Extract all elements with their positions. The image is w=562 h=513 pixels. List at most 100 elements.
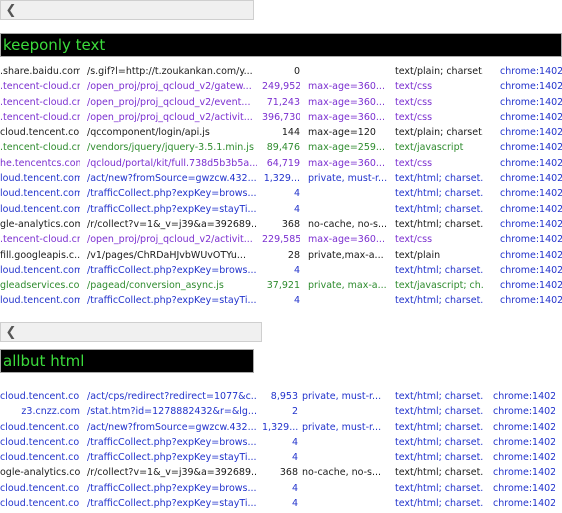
cell-host: cloud.tencent.com: [0, 436, 80, 448]
cell-type: text/css: [395, 234, 433, 246]
horizontal-scrollbar[interactable]: ❮: [0, 322, 262, 342]
session-row[interactable]: cloud.tencent.com/qccomponent/login/api.…: [0, 125, 562, 140]
cell-cache: private, must-r...: [302, 391, 382, 402]
session-row[interactable]: cloud.tencent.com/trafficCollect.php?exp…: [0, 496, 562, 511]
cell-process: chrome:14020: [493, 436, 555, 448]
session-row[interactable]: .tencent-cloud.cn/open_proj/proj_qcloud_…: [0, 110, 562, 125]
quickexec-input[interactable]: [3, 351, 243, 371]
cell-size: 4: [293, 188, 300, 200]
cell-url: /act/new?fromSource=gwzcw.432...: [87, 173, 257, 185]
quickexec-input[interactable]: [3, 35, 353, 55]
cell-url: /trafficCollect.php?expKey=stayTi...: [87, 295, 257, 307]
cell-url: /v1/pages/ChRDaHJvbWUvOTYu...: [87, 249, 246, 261]
session-row[interactable]: ogle-analytics.com/r/collect?v=1&_v=j39&…: [0, 465, 562, 480]
cell-url: /trafficCollect.php?expKey=brows...: [87, 264, 257, 276]
cell-url: /r/collect?v=1&_v=j39&a=392689...: [87, 218, 257, 230]
cell-process: chrome:14020: [500, 295, 562, 307]
session-row[interactable]: .tencent-cloud.cn/vendors/jquery/jquery-…: [0, 140, 562, 155]
session-row[interactable]: gleadservices.com/pagead/conversion_asyn…: [0, 278, 562, 293]
session-row[interactable]: loud.tencent.com/trafficCollect.php?expK…: [0, 186, 562, 201]
cell-url: /open_proj/proj_qcloud_v2/activit...: [87, 234, 253, 246]
session-row[interactable]: cloud.tencent.com/trafficCollect.php?exp…: [0, 450, 562, 465]
session-row[interactable]: loud.tencent.com/trafficCollect.php?expK…: [0, 263, 562, 278]
session-row[interactable]: he.tencentcs.com/qcloud/portal/kit/full.…: [0, 156, 562, 171]
scroll-left-arrow-icon[interactable]: ❮: [4, 323, 18, 341]
cell-url: /open_proj/proj_qcloud_v2/event...: [87, 96, 251, 108]
cell-process: chrome:14020: [500, 203, 562, 215]
quickexec-filter-bar[interactable]: [0, 33, 562, 57]
cell-process: chrome:14020: [500, 66, 562, 77]
session-row[interactable]: loud.tencent.com/trafficCollect.php?expK…: [0, 293, 562, 308]
cell-url: /s.gif?l=http://t.zoukankan.com/y...: [87, 66, 253, 77]
scroll-left-arrow-icon[interactable]: ❮: [4, 1, 18, 19]
session-row[interactable]: z3.cnzz.com/stat.htm?id=1278882432&r=&lg…: [0, 404, 562, 419]
cell-process: chrome:14020: [500, 188, 562, 200]
cell-size: 1,329...: [263, 173, 300, 185]
session-row[interactable]: .tencent-cloud.cn/open_proj/proj_qcloud_…: [0, 79, 562, 94]
cell-type: text/html; charset...: [395, 218, 483, 230]
cell-url: /trafficCollect.php?expKey=brows...: [87, 436, 257, 448]
cell-url: /vendors/jquery/jquery-3.5.1.min.js: [87, 142, 254, 154]
cell-host: cloud.tencent.com: [0, 127, 80, 139]
cell-size: 144: [281, 127, 300, 139]
cell-size: 4: [291, 482, 298, 494]
cell-host: ogle-analytics.com: [0, 467, 80, 479]
cell-process: chrome:14020: [493, 391, 555, 402]
cell-host: cloud.tencent.com: [0, 421, 80, 433]
session-row[interactable]: cloud.tencent.com/act/new?fromSource=gwz…: [0, 420, 562, 435]
cell-process: chrome:14020: [493, 406, 555, 418]
session-row[interactable]: loud.tencent.com/act/new?fromSource=gwzc…: [0, 171, 562, 186]
session-row[interactable]: cloud.tencent.com/trafficCollect.php?exp…: [0, 435, 562, 450]
cell-host: he.tencentcs.com: [0, 157, 80, 169]
cell-host: loud.tencent.com: [0, 264, 80, 276]
cell-process: chrome:14020: [500, 96, 562, 108]
cell-type: text/html; charset...: [395, 482, 483, 494]
cell-type: text/html; charset...: [395, 452, 483, 464]
cell-host: loud.tencent.com: [0, 295, 80, 307]
session-row[interactable]: .tencent-cloud.cn/open_proj/proj_qcloud_…: [0, 95, 562, 110]
cell-url: /qccomponent/login/api.js: [87, 127, 210, 139]
cell-host: gleadservices.com: [0, 280, 80, 292]
cell-host: .tencent-cloud.cn: [0, 81, 80, 93]
cell-url: /qcloud/portal/kit/full.738d5b3b5a...: [87, 157, 257, 169]
cell-cache: max-age=360...: [308, 111, 385, 123]
cell-url: /pagead/conversion_async.js: [87, 280, 224, 292]
cell-process: chrome:14020: [493, 482, 555, 494]
cell-host: loud.tencent.com: [0, 203, 80, 215]
cell-process: chrome:14020: [500, 264, 562, 276]
cell-url: /stat.htm?id=1278882432&r=&lg...: [87, 406, 257, 418]
cell-process: chrome:14020: [500, 127, 562, 139]
cell-size: 37,921: [266, 280, 300, 292]
quickexec-filter-bar[interactable]: [0, 349, 254, 373]
cell-host: .share.baidu.com: [0, 66, 80, 77]
cell-process: chrome:14020: [500, 280, 562, 292]
cell-cache: no-cache, no-s...: [302, 467, 382, 479]
cell-host: cloud.tencent.com: [0, 482, 80, 494]
session-row[interactable]: gle-analytics.com/r/collect?v=1&_v=j39&a…: [0, 217, 562, 232]
cell-type: text/html; charset...: [395, 188, 483, 200]
horizontal-scrollbar[interactable]: ❮: [0, 0, 254, 20]
session-row[interactable]: cloud.tencent.com/act/cps/redirect?redir…: [0, 389, 562, 404]
cell-size: 89,476: [266, 142, 300, 154]
cell-process: chrome:14020: [493, 467, 555, 479]
cell-size: 249,952: [262, 81, 300, 93]
cell-host: .tencent-cloud.cn: [0, 234, 80, 246]
cell-cache: private, must-r...: [308, 173, 388, 185]
cell-cache: private, must-r...: [302, 421, 382, 433]
session-row[interactable]: .share.baidu.com/s.gif?l=http://t.zoukan…: [0, 64, 562, 79]
cell-size: 28: [287, 249, 300, 261]
session-row[interactable]: .tencent-cloud.cn/open_proj/proj_qcloud_…: [0, 232, 562, 247]
cell-size: 4: [291, 452, 298, 464]
cell-host: loud.tencent.com: [0, 173, 80, 185]
session-row[interactable]: loud.tencent.com/trafficCollect.php?expK…: [0, 202, 562, 217]
cell-process: chrome:14020: [500, 173, 562, 185]
cell-type: text/html; charset...: [395, 467, 483, 479]
session-row[interactable]: cloud.tencent.com/trafficCollect.php?exp…: [0, 481, 562, 496]
cell-size: 4: [293, 264, 300, 276]
cell-url: /trafficCollect.php?expKey=brows...: [87, 188, 257, 200]
cell-size: 8,953: [270, 391, 298, 402]
cell-url: /trafficCollect.php?expKey=stayTi...: [87, 203, 257, 215]
session-row[interactable]: fill.googleapis.c... /v1/pages/ChRDaHJvbW…: [0, 248, 562, 263]
session-list: cloud.tencent.com/act/cps/redirect?redir…: [0, 389, 562, 511]
cell-size: 4: [293, 203, 300, 215]
